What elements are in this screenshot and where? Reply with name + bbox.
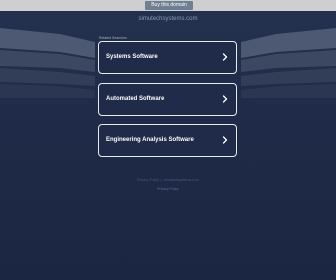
domain-name: simutechsystems.com [138, 16, 198, 22]
parked-domain-page: Buy this domain simutechsystems.com Rela… [0, 0, 336, 280]
chevron-right-icon [222, 95, 228, 103]
chevron-right-icon [222, 53, 228, 61]
search-link-automated-software[interactable]: Automated Software [98, 83, 237, 116]
search-link-engineering-analysis-software[interactable]: Engineering Analysis Software [98, 124, 237, 157]
buy-domain-button[interactable]: Buy this domain [145, 1, 193, 10]
privacy-notice: Privacy Policy — simutechsystems.com [137, 178, 199, 182]
top-bar: Buy this domain [0, 0, 336, 11]
search-link-label: Automated Software [106, 96, 165, 102]
search-link-systems-software[interactable]: Systems Software [98, 41, 237, 74]
related-searches-label: Related Searches [99, 36, 127, 40]
search-link-label: Systems Software [106, 54, 158, 60]
privacy-policy-link[interactable]: Privacy Policy [0, 187, 336, 191]
chevron-right-icon [222, 136, 228, 144]
search-link-label: Engineering Analysis Software [106, 137, 194, 143]
